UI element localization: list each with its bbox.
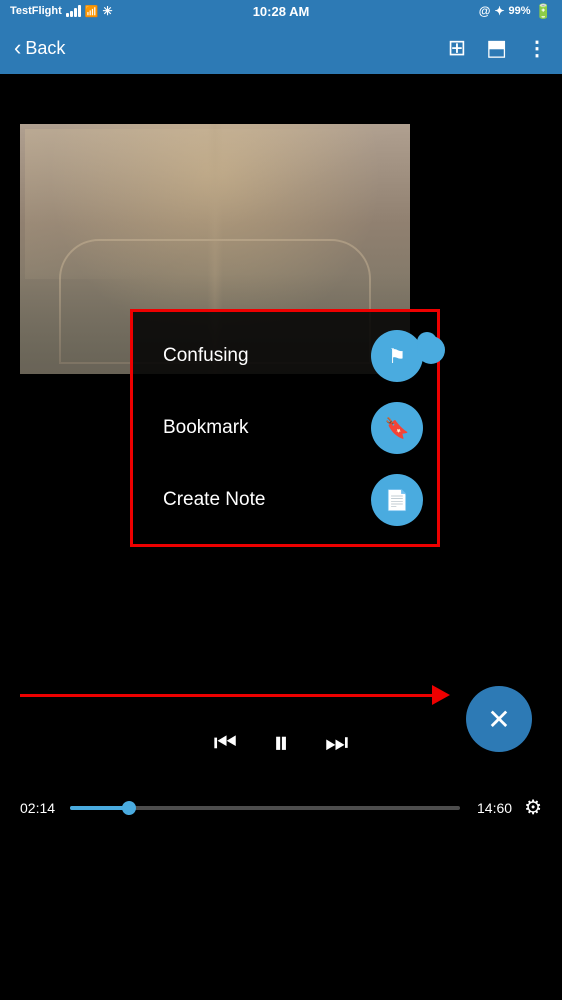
note-icon: 📄 [385,488,410,513]
create-note-label: Create Note [163,489,265,511]
progress-bar-area: 02:14 14:60 ⚙ [0,795,562,820]
more-menu-icon[interactable]: ⋮ [527,36,548,61]
confusing-item[interactable]: Confusing ⚑ [133,320,437,392]
arrow-head [432,685,450,705]
arrow-line [20,694,432,697]
confusing-label: Confusing [163,345,249,367]
battery-label: 99% [509,5,531,17]
bookmark-nav-icon[interactable]: ⊞ [448,35,466,61]
rewind-button[interactable]: ⏮ [214,727,237,759]
bookmark-label: Bookmark [163,417,249,439]
back-label: Back [25,38,65,59]
pause-button[interactable]: ⏸ [273,724,289,762]
total-time-label: 14:60 [472,800,512,816]
bluetooth-icon: ✦ [494,4,504,18]
popup-menu: Confusing ⚑ Bookmark 🔖 Create Note 📄 [130,309,440,547]
chevron-left-icon: ‹ [14,37,21,59]
create-note-item[interactable]: Create Note 📄 [133,464,437,536]
time-label: 10:28 AM [253,4,310,19]
create-note-button[interactable]: 📄 [371,474,423,526]
status-right: @ ✦ 99% 🔋 [479,3,552,20]
nav-bar: ‹ Back ⊞ ⬒ ⋮ [0,22,562,74]
progress-thumb[interactable] [122,801,136,815]
progress-track[interactable] [70,806,460,810]
wifi-icon: 📶 [85,5,99,18]
settings-icon[interactable]: ⚙ [524,795,542,820]
status-bar: TestFlight 📶 ✳ 10:28 AM @ ✦ 99% 🔋 [0,0,562,22]
close-icon: ✕ [487,703,510,736]
nav-icons: ⊞ ⬒ ⋮ [448,35,548,61]
flag-icon: ⚑ [388,344,406,369]
confusing-button[interactable]: ⚑ [371,330,423,382]
bookmark-item[interactable]: Bookmark 🔖 [133,392,437,464]
bookmark-icon: 🔖 [385,416,410,441]
main-area: Confusing ⚑ Bookmark 🔖 Create Note 📄 ⏮ [0,74,562,900]
carrier-label: TestFlight [10,5,62,17]
progress-fill [70,806,129,810]
activity-icon: ✳ [102,4,112,18]
cast-icon[interactable]: ⬒ [486,35,507,61]
bookmark-button[interactable]: 🔖 [371,402,423,454]
signal-icon [66,5,81,17]
status-left: TestFlight 📶 ✳ [10,4,113,18]
battery-icon: 🔋 [535,3,552,20]
back-button[interactable]: ‹ Back [14,37,65,59]
fast-forward-button[interactable]: ⏭ [325,727,348,759]
close-button[interactable]: ✕ [466,686,532,752]
red-arrow [20,685,450,705]
current-time-label: 02:14 [20,800,58,816]
at-icon: @ [479,4,491,18]
